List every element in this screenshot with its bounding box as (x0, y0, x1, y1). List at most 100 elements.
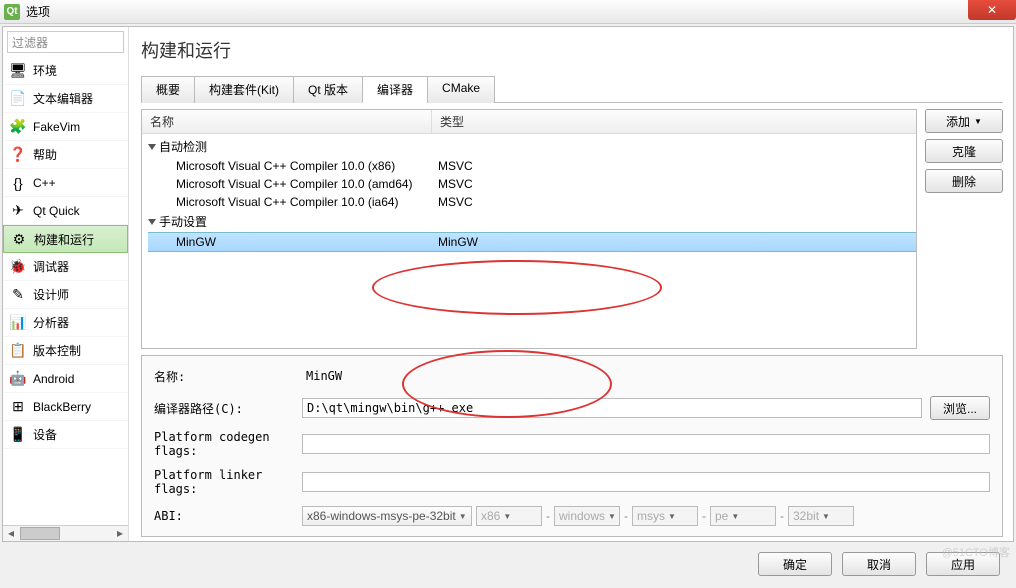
abi-combo-value: x86-windows-msys-pe-32bit (307, 509, 456, 523)
category-icon: ✎ (9, 286, 27, 304)
tab-CMake[interactable]: CMake (427, 76, 495, 103)
app-icon: Qt (4, 4, 20, 20)
tree-item[interactable]: Microsoft Visual C++ Compiler 10.0 (x86)… (148, 157, 916, 175)
sidebar-item-设计师[interactable]: ✎ 设计师 (3, 281, 128, 309)
main-panel: 构建和运行 概要构建套件(Kit)Qt 版本编译器CMake 名称 类型 自动检… (129, 27, 1013, 541)
sidebar-item-调试器[interactable]: 🐞调试器 (3, 253, 128, 281)
sidebar-item-label: 设备 (33, 426, 57, 443)
compilers-tree: 名称 类型 自动检测 Microsoft Visual C++ Compiler … (141, 109, 917, 349)
close-button[interactable]: ✕ (968, 0, 1016, 20)
chevron-down-icon: ▼ (731, 512, 739, 521)
watermark: @51CTO博客 (942, 544, 1010, 560)
abi-part-value: 32bit (793, 509, 819, 523)
tree-item[interactable]: Microsoft Visual C++ Compiler 10.0 (ia64… (148, 193, 916, 211)
sidebar-item-Qt Quick[interactable]: ✈Qt Quick (3, 197, 128, 225)
sidebar-item-BlackBerry[interactable]: ⊞ BlackBerry (3, 393, 128, 421)
chevron-down-icon: ▼ (974, 117, 982, 126)
category-icon: 🖥 (9, 62, 27, 80)
abi-combo[interactable]: x86-windows-msys-pe-32bit▼ (302, 506, 472, 526)
sidebar-item-label: FakeVim (33, 120, 80, 134)
dialog-body: 过滤器 🖥环境📄文本编辑器🧩FakeVim ❓ 帮助 {}C++✈Qt Quick⚙构… (2, 26, 1014, 542)
sidebar-item-FakeVim[interactable]: 🧩FakeVim (3, 113, 128, 141)
tree-group[interactable]: 自动检测 (148, 136, 916, 157)
tab-bar: 概要构建套件(Kit)Qt 版本编译器CMake (141, 75, 1003, 103)
sidebar-item-分析器[interactable]: 📊分析器 (3, 309, 128, 337)
sidebar-item-label: 设计师 (33, 286, 69, 303)
scroll-thumb[interactable] (20, 527, 60, 540)
abi-part-select[interactable]: x86▼ (476, 506, 542, 526)
abi-part-select[interactable]: msys▼ (632, 506, 698, 526)
scroll-left-icon[interactable]: ◂ (3, 526, 19, 541)
abi-part-value: x86 (481, 509, 500, 523)
ok-button[interactable]: 确定 (758, 552, 832, 576)
linker-label: Platform linker flags: (154, 468, 294, 496)
abi-row: ABI: x86-windows-msys-pe-32bit▼ x86▼-win… (154, 506, 990, 526)
linker-row: Platform linker flags: (154, 468, 990, 496)
cancel-button[interactable]: 取消 (842, 552, 916, 576)
add-button[interactable]: 添加▼ (925, 109, 1003, 133)
sidebar-item-label: 构建和运行 (34, 231, 94, 248)
sidebar-item-Android[interactable]: 🤖 Android (3, 365, 128, 393)
sidebar-item-label: Qt Quick (33, 204, 80, 218)
abi-label: ABI: (154, 509, 294, 523)
item-name: MinGW (176, 235, 438, 249)
annotation-ellipse (372, 260, 662, 315)
abi-selects: x86-windows-msys-pe-32bit▼ x86▼-windows▼… (302, 506, 854, 526)
browse-button[interactable]: 浏览... (930, 396, 990, 420)
dialog-footer: 确定 取消 应用 (0, 544, 1016, 584)
tree-body: 自动检测 Microsoft Visual C++ Compiler 10.0 (… (142, 134, 916, 254)
side-buttons: 添加▼ 克隆 删除 (925, 109, 1003, 349)
column-type[interactable]: 类型 (432, 110, 472, 133)
category-icon: 🐞 (9, 258, 27, 276)
category-icon: ❓ (9, 146, 27, 164)
path-field[interactable] (302, 398, 922, 418)
name-field[interactable] (302, 366, 990, 386)
sidebar-item-C++[interactable]: {}C++ (3, 169, 128, 197)
sidebar-item-环境[interactable]: 🖥环境 (3, 57, 128, 85)
sidebar-item-帮助[interactable]: ❓ 帮助 (3, 141, 128, 169)
dash: - (546, 509, 550, 523)
sidebar-item-版本控制[interactable]: 📋版本控制 (3, 337, 128, 365)
expand-icon (148, 144, 156, 150)
column-name[interactable]: 名称 (142, 110, 432, 133)
category-icon: 🤖 (9, 370, 27, 388)
chevron-down-icon: ▼ (608, 512, 616, 521)
tree-item[interactable]: MinGWMinGW (148, 232, 916, 252)
codegen-field[interactable] (302, 434, 990, 454)
chevron-down-icon: ▼ (503, 512, 511, 521)
tree-group[interactable]: 手动设置 (148, 211, 916, 232)
chevron-down-icon: ▼ (822, 512, 830, 521)
tree-item[interactable]: Microsoft Visual C++ Compiler 10.0 (amd6… (148, 175, 916, 193)
group-label: 自动检测 (159, 138, 207, 155)
clone-button[interactable]: 克隆 (925, 139, 1003, 163)
sidebar-item-构建和运行[interactable]: ⚙构建和运行 (3, 225, 128, 253)
name-row: 名称: (154, 366, 990, 386)
category-icon: 📊 (9, 314, 27, 332)
sidebar-item-label: 版本控制 (33, 342, 81, 359)
scroll-right-icon[interactable]: ▸ (112, 526, 128, 541)
item-name: Microsoft Visual C++ Compiler 10.0 (x86) (176, 159, 438, 173)
sidebar-scrollbar[interactable]: ◂ ▸ (3, 525, 128, 541)
abi-part-select[interactable]: 32bit▼ (788, 506, 854, 526)
tab-编译器[interactable]: 编译器 (362, 76, 428, 103)
sidebar-item-设备[interactable]: 📱 设备 (3, 421, 128, 449)
sidebar-item-label: Android (33, 372, 74, 386)
sidebar-item-label: 帮助 (33, 146, 57, 163)
abi-part-select[interactable]: pe▼ (710, 506, 776, 526)
item-type: MinGW (438, 235, 478, 249)
sidebar-item-label: 文本编辑器 (33, 90, 93, 107)
chevron-down-icon: ▼ (459, 512, 467, 521)
abi-part-select[interactable]: windows▼ (554, 506, 620, 526)
tab-概要[interactable]: 概要 (141, 76, 195, 103)
category-icon: ⊞ (9, 398, 27, 416)
remove-button[interactable]: 删除 (925, 169, 1003, 193)
item-name: Microsoft Visual C++ Compiler 10.0 (amd6… (176, 177, 438, 191)
category-icon: 📱 (9, 426, 27, 444)
tab-Qt 版本[interactable]: Qt 版本 (293, 76, 363, 103)
tree-header: 名称 类型 (142, 110, 916, 134)
sidebar-item-label: BlackBerry (33, 400, 91, 414)
filter-input[interactable]: 过滤器 (7, 31, 124, 53)
sidebar-item-文本编辑器[interactable]: 📄文本编辑器 (3, 85, 128, 113)
linker-field[interactable] (302, 472, 990, 492)
tab-构建套件(Kit)[interactable]: 构建套件(Kit) (194, 76, 294, 103)
